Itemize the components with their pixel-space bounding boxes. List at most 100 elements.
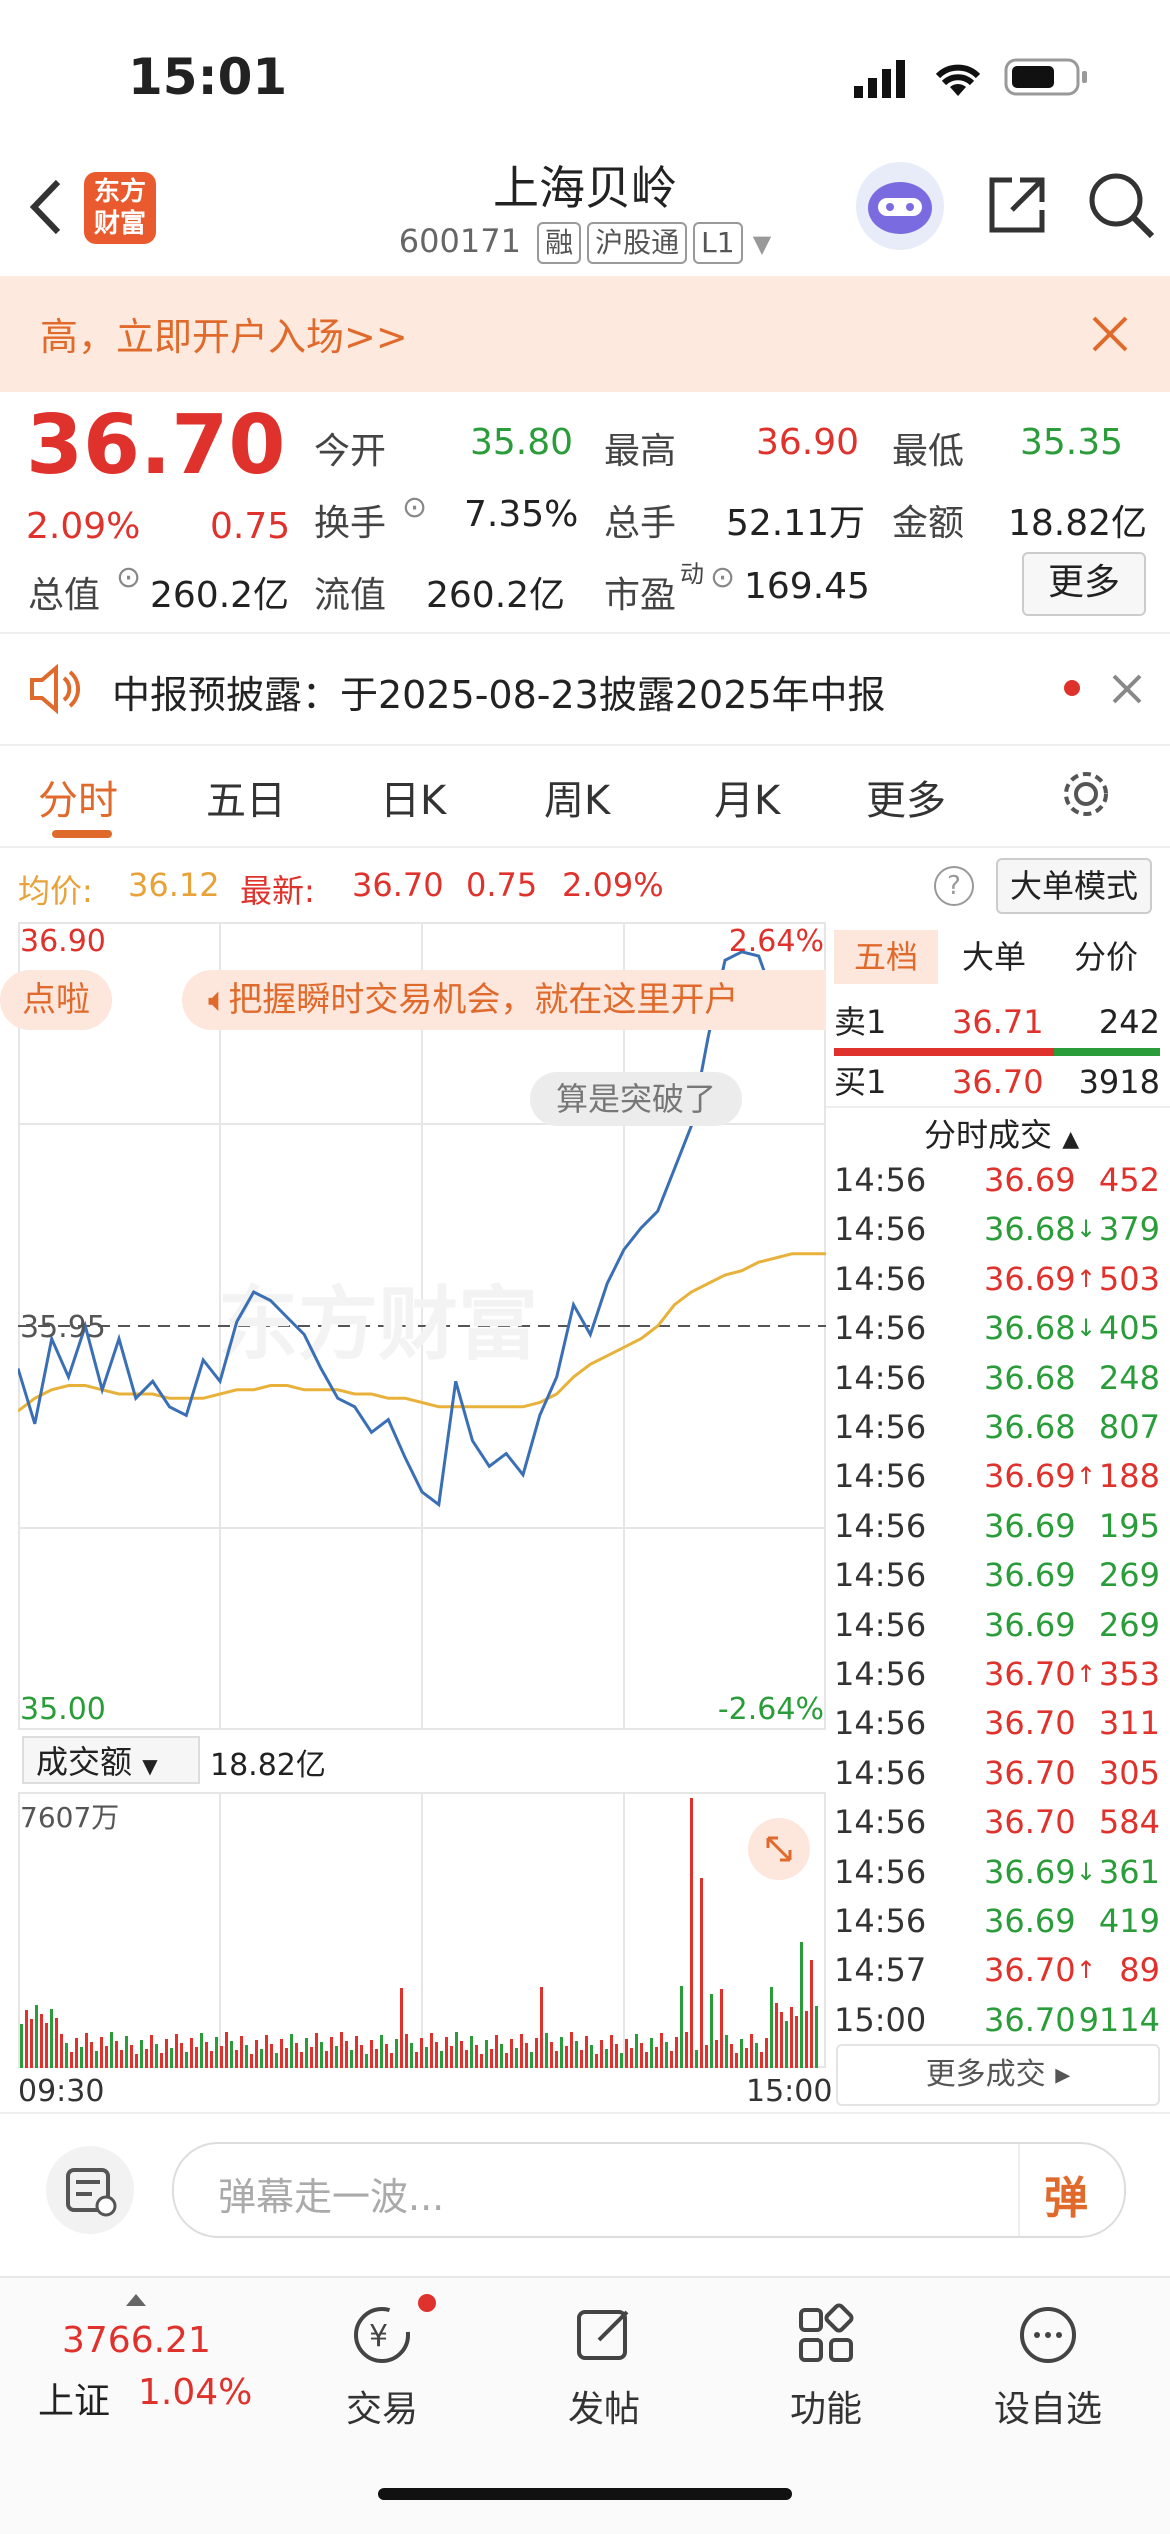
comment-bubble[interactable]: 算是突破了 bbox=[530, 1072, 743, 1126]
trade-row: 14:56 36.69 195 bbox=[834, 1506, 1160, 1545]
side-tab-5level[interactable]: 五档 bbox=[834, 930, 938, 984]
more-button[interactable]: 更多 bbox=[1022, 552, 1146, 616]
volume-bar bbox=[565, 2046, 568, 2068]
index-pct[interactable]: 1.04% bbox=[138, 2372, 252, 2413]
volume-bar bbox=[250, 2054, 253, 2068]
volume-selector[interactable]: 成交额 ▼ bbox=[22, 1736, 200, 1784]
tag-level: L1 bbox=[693, 222, 743, 264]
open-value: 35.80 bbox=[470, 422, 574, 463]
last-pct: 2.09% bbox=[562, 866, 664, 904]
index-value[interactable]: 3766.21 bbox=[62, 2320, 211, 2361]
tab-monthly[interactable]: 月K bbox=[714, 768, 780, 826]
post-icon[interactable] bbox=[524, 2300, 684, 2383]
tab-function[interactable]: 功能 bbox=[746, 2380, 906, 2432]
volume-bar bbox=[520, 2034, 523, 2068]
tab-add-watchlist[interactable]: 设自选 bbox=[968, 2380, 1128, 2432]
volume-bar bbox=[25, 2010, 28, 2068]
close-icon[interactable] bbox=[1110, 672, 1144, 710]
watchlist-icon[interactable] bbox=[968, 2300, 1128, 2383]
volume-bars bbox=[20, 1798, 818, 2068]
volume-bar bbox=[560, 2037, 563, 2068]
function-icon[interactable] bbox=[746, 2300, 906, 2383]
tab-weekly[interactable]: 周K bbox=[544, 768, 610, 826]
trades-title[interactable]: 分时成交 ▲ bbox=[924, 1110, 1079, 1156]
volume-bar bbox=[30, 2019, 33, 2068]
tab-intraday[interactable]: 分时 bbox=[38, 768, 118, 826]
volume-bar bbox=[460, 2041, 463, 2068]
stock-code: 600171 bbox=[398, 222, 521, 260]
volume-bar bbox=[505, 2053, 508, 2068]
promo-banner[interactable]: 高，立即开户入场>> bbox=[0, 276, 1170, 392]
volume-chart[interactable]: 7607万 bbox=[18, 1792, 826, 2068]
info-icon[interactable]: ⊙ bbox=[116, 560, 141, 595]
open-label: 今开 bbox=[314, 431, 387, 472]
pe-value: 169.45 bbox=[744, 566, 870, 607]
volume-bar bbox=[210, 2051, 213, 2068]
volume-bar bbox=[580, 2050, 583, 2068]
tab-trade[interactable]: 交易 bbox=[302, 2380, 462, 2432]
volume-bar bbox=[380, 2035, 383, 2068]
volume-bar bbox=[425, 2047, 428, 2068]
volume-bar bbox=[395, 2039, 398, 2068]
volume-bar bbox=[110, 2032, 113, 2068]
volume-bar bbox=[150, 2035, 153, 2068]
robot-avatar[interactable] bbox=[856, 162, 944, 250]
status-time: 15:01 bbox=[128, 48, 288, 106]
volume-bar bbox=[325, 2051, 328, 2068]
intraday-chart[interactable]: 东方财富 36.90 2.64% 35.95 35.00 -2.64% 点啦 🔈… bbox=[0, 922, 826, 1730]
side-tab-pricedist[interactable]: 分价 bbox=[1074, 930, 1138, 984]
danmu-toggle[interactable] bbox=[46, 2146, 134, 2234]
danmu-input[interactable]: 弹幕走一波... 弹 bbox=[172, 2142, 1126, 2238]
dropdown-icon: ▼ bbox=[752, 230, 772, 258]
volume-bar bbox=[625, 2039, 628, 2068]
volume-bar bbox=[800, 1942, 803, 2068]
volume-bar bbox=[685, 2032, 688, 2068]
trade-row: 14:56 36.70 305 bbox=[834, 1753, 1160, 1792]
more-trades-button[interactable]: 更多成交 ▸ bbox=[836, 2044, 1160, 2106]
side-tab-bigorder[interactable]: 大单 bbox=[962, 930, 1026, 984]
volume-max-label: 7607万 bbox=[20, 1801, 120, 1834]
float-label: 流值 bbox=[314, 575, 387, 616]
volume-bar bbox=[160, 2053, 163, 2068]
trade-icon[interactable]: ¥ bbox=[302, 2300, 462, 2383]
info-icon[interactable]: ⊙ bbox=[402, 490, 427, 525]
trade-row: 14:56 36.68 248 bbox=[834, 1358, 1160, 1397]
pe-label: 市盈 bbox=[604, 575, 677, 616]
volume-bar bbox=[645, 2052, 648, 2068]
volume-bar bbox=[90, 2042, 93, 2068]
tag-margin: 融 bbox=[537, 222, 582, 264]
volume-bar bbox=[735, 2053, 738, 2068]
notice-bar[interactable]: 中报预披露：于2025-08-23披露2025年中报 bbox=[0, 632, 1170, 746]
volume-bar bbox=[630, 2048, 633, 2068]
volume-bar bbox=[725, 2035, 728, 2068]
tab-5day[interactable]: 五日 bbox=[206, 768, 286, 826]
volume-bar bbox=[545, 2033, 548, 2068]
tab-more[interactable]: 更多 bbox=[866, 768, 946, 826]
volume-bar bbox=[775, 2003, 778, 2068]
volume-bar bbox=[495, 2035, 498, 2068]
volume-bar bbox=[105, 2046, 108, 2068]
tab-post[interactable]: 发帖 bbox=[524, 2380, 684, 2432]
bigorder-mode-button[interactable]: 大单模式 bbox=[996, 858, 1152, 914]
settings-icon[interactable] bbox=[1060, 768, 1112, 824]
index-name[interactable]: 上证 bbox=[38, 2372, 110, 2424]
info-icon[interactable]: ⊙ bbox=[710, 560, 735, 595]
low-value: 35.35 bbox=[1020, 422, 1124, 463]
tab-daily[interactable]: 日K bbox=[380, 768, 446, 826]
help-icon[interactable]: ? bbox=[934, 866, 974, 906]
close-icon[interactable] bbox=[1088, 312, 1132, 360]
volume-bar bbox=[240, 2036, 243, 2068]
promo-pill-left[interactable]: 点啦 bbox=[0, 970, 112, 1030]
search-icon[interactable] bbox=[1086, 170, 1156, 244]
promo-pill[interactable]: 🔈︎把握瞬时交易机会，就在这里开户 bbox=[182, 970, 826, 1030]
trade-row: 15:00 36.70 9114 bbox=[834, 2000, 1160, 2039]
expand-icon[interactable] bbox=[748, 1818, 810, 1880]
volume-bar bbox=[345, 2041, 348, 2068]
volume-bar bbox=[65, 2043, 68, 2068]
volume-bar bbox=[635, 2034, 638, 2068]
last-change: 0.75 bbox=[466, 866, 538, 904]
share-icon[interactable] bbox=[984, 172, 1050, 242]
volume-bar bbox=[140, 2040, 143, 2068]
volume-bar bbox=[665, 2042, 668, 2068]
danmu-send-button[interactable]: 弹 bbox=[1044, 2162, 1088, 2226]
